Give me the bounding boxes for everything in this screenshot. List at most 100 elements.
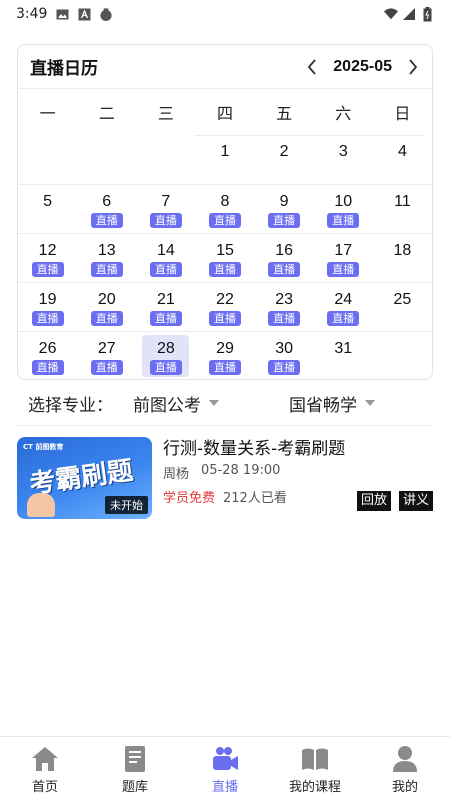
calendar-day-12[interactable]: 12 直播 <box>18 234 77 282</box>
calendar-day-7[interactable]: 7 直播 <box>136 185 195 233</box>
calendar-day-4[interactable]: 4 <box>373 135 432 184</box>
chevron-left-icon <box>308 58 316 75</box>
day-number: 25 <box>393 291 412 308</box>
course-actions: 回放 讲义 <box>356 491 433 511</box>
day-number: 31 <box>334 340 353 357</box>
calendar-day-10[interactable]: 10 直播 <box>314 185 373 233</box>
viewer-count: 212人已看 <box>223 491 287 506</box>
live-badge: 直播 <box>90 360 123 375</box>
major-dropdown[interactable]: 前图公考 <box>133 391 219 416</box>
calendar-day-23[interactable]: 23 直播 <box>255 283 314 331</box>
live-badge: 直播 <box>208 262 241 277</box>
live-badge: 直播 <box>208 213 241 228</box>
tab-home[interactable]: 首页 <box>0 737 90 800</box>
calendar-day-29[interactable]: 29 直播 <box>195 332 254 380</box>
prev-month-button[interactable] <box>305 57 319 77</box>
calendar-day-27[interactable]: 27 直播 <box>77 332 136 380</box>
day-number: 18 <box>393 242 412 259</box>
tab-label: 我的 <box>391 780 418 795</box>
major-filter-bar: 选择专业： 前图公考 国省畅学 <box>0 383 450 423</box>
calendar-day-16[interactable]: 16 直播 <box>255 234 314 282</box>
live-badge: 直播 <box>327 262 360 277</box>
day-number: 9 <box>279 193 289 210</box>
day-number: 4 <box>397 143 407 160</box>
calendar-day-5[interactable]: 5 <box>18 185 77 233</box>
day-number: 21 <box>156 291 175 308</box>
calendar-day-22[interactable]: 22 直播 <box>195 283 254 331</box>
home-icon <box>31 745 59 773</box>
weekday-label: 五 <box>276 104 293 123</box>
calendar-header: 直播日历 2025-05 <box>18 45 432 89</box>
calendar-day-empty <box>18 135 77 184</box>
calendar-day-8[interactable]: 8 直播 <box>195 185 254 233</box>
calendar-day-25[interactable]: 25 <box>373 283 432 331</box>
status-time: 3:49 <box>16 6 48 22</box>
divider <box>17 425 433 426</box>
next-month-button[interactable] <box>406 57 420 77</box>
calendar-day-30[interactable]: 30 直播 <box>255 332 314 380</box>
calendar-day-19[interactable]: 19 直播 <box>18 283 77 331</box>
day-number: 3 <box>338 143 348 160</box>
status-bar: 3:49 <box>0 0 450 28</box>
replay-button[interactable]: 回放 <box>356 491 391 511</box>
notes-button[interactable]: 讲义 <box>398 491 433 511</box>
calendar-day-11[interactable]: 11 <box>373 185 432 233</box>
day-number: 16 <box>275 242 294 259</box>
calendar-day-13[interactable]: 13 直播 <box>77 234 136 282</box>
app-notification-icon <box>99 7 113 21</box>
calendar-day-15[interactable]: 15 直播 <box>195 234 254 282</box>
day-number: 26 <box>38 340 57 357</box>
live-badge: 直播 <box>31 311 64 326</box>
calendar-day-17[interactable]: 17 直播 <box>314 234 373 282</box>
tab-open-book[interactable]: 我的课程 <box>270 737 360 800</box>
tab-book[interactable]: 题库 <box>90 737 180 800</box>
day-number: 28 <box>156 340 175 357</box>
weekday-label: 三 <box>157 104 174 123</box>
calendar-day-2[interactable]: 2 <box>255 135 314 184</box>
caret-down-icon <box>209 400 219 406</box>
weekday-label: 一 <box>39 104 56 123</box>
current-month: 2025-05 <box>333 57 392 75</box>
day-number: 27 <box>97 340 116 357</box>
day-number: 23 <box>275 291 294 308</box>
tab-person[interactable]: 我的 <box>360 737 450 800</box>
live-badge: 直播 <box>268 360 301 375</box>
day-number: 11 <box>394 193 411 210</box>
sub-major-dropdown[interactable]: 国省畅学 <box>289 391 375 416</box>
day-number: 29 <box>216 340 234 357</box>
calendar-day-24[interactable]: 24 直播 <box>314 283 373 331</box>
calendar-day-21[interactable]: 21 直播 <box>136 283 195 331</box>
day-number: 2 <box>279 143 289 160</box>
calendar-day-28[interactable]: 28 直播 <box>136 332 195 380</box>
live-course-card[interactable]: CT 前图教育 考霸刷题 未开始 行测-数量关系-考霸刷题 周杨 05-28 1… <box>17 437 433 519</box>
calendar-day-18[interactable]: 18 <box>373 234 432 282</box>
calendar-day-1[interactable]: 1 <box>195 135 254 184</box>
day-number: 5 <box>43 193 53 210</box>
price-tag: 学员免费 <box>163 491 216 506</box>
live-badge: 直播 <box>149 311 182 326</box>
live-badge: 直播 <box>208 311 241 326</box>
calendar-day-14[interactable]: 14 直播 <box>136 234 195 282</box>
signal-icon <box>402 7 416 21</box>
live-badge: 直播 <box>149 360 182 375</box>
calendar-day-9[interactable]: 9 直播 <box>255 185 314 233</box>
calendar-day-26[interactable]: 26 直播 <box>18 332 77 380</box>
tab-live[interactable]: 直播 <box>180 737 270 800</box>
weekday-header: 一二三四五六日 <box>18 89 432 135</box>
calendar-day-6[interactable]: 6 直播 <box>77 185 136 233</box>
calendar-day-20[interactable]: 20 直播 <box>77 283 136 331</box>
calendar-day-31[interactable]: 31 <box>314 332 373 380</box>
course-thumbnail[interactable]: CT 前图教育 考霸刷题 未开始 <box>17 437 152 519</box>
weekday-label: 日 <box>394 104 411 123</box>
filter-label: 选择专业： <box>28 395 113 416</box>
tab-label: 题库 <box>121 780 148 795</box>
live-badge: 直播 <box>268 262 301 277</box>
book-icon <box>121 745 149 773</box>
live-badge: 直播 <box>31 262 64 277</box>
calendar-day-3[interactable]: 3 <box>314 135 373 184</box>
live-badge: 直播 <box>90 311 123 326</box>
day-number: 12 <box>38 242 57 259</box>
major-dropdown-value: 前图公考 <box>133 395 201 416</box>
live-calendar: 直播日历 2025-05 一二三四五六日 1 2 3 4 5 6 直播 7 直播 8 直播 9 直播 10… <box>17 44 433 380</box>
calendar-title: 直播日历 <box>30 59 98 79</box>
